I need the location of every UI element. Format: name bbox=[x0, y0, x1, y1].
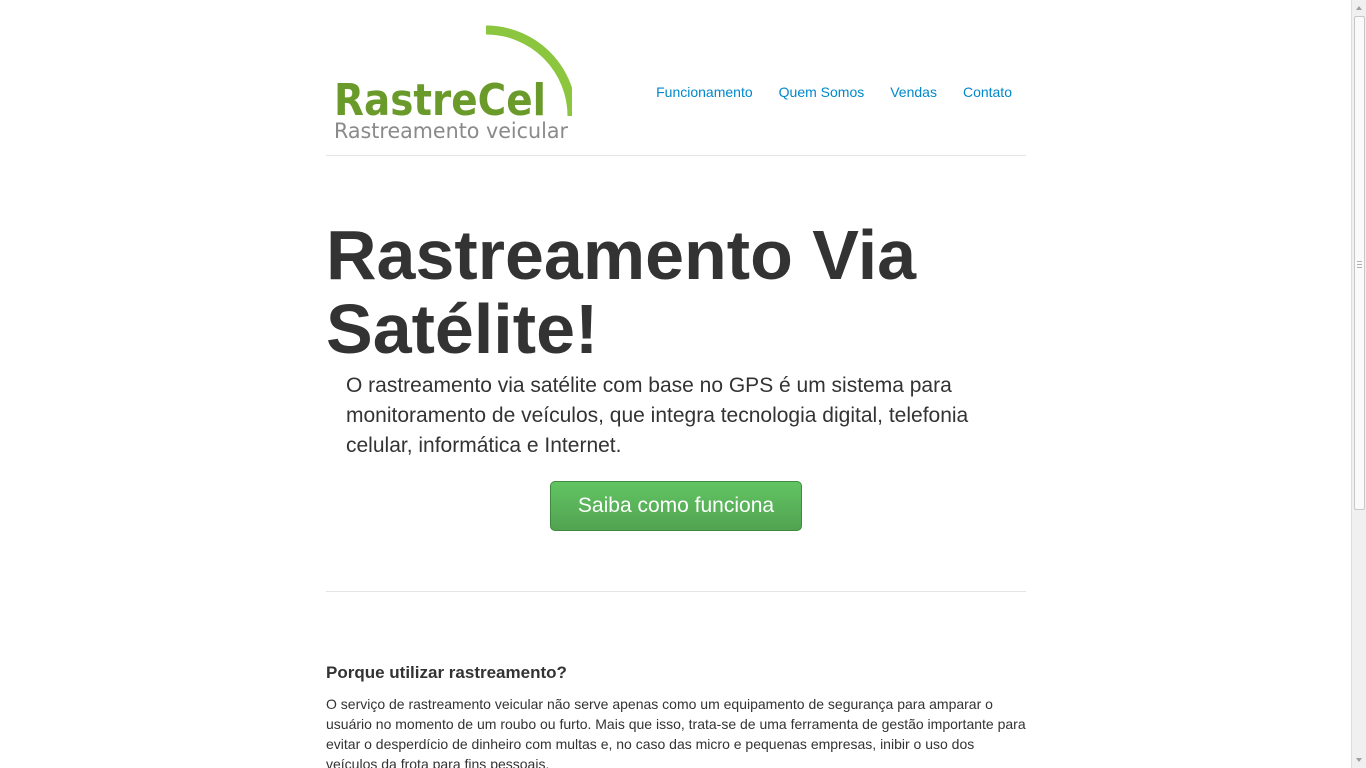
scrollbar-grip-icon bbox=[1357, 261, 1362, 268]
hero-title: Rastreamento Via Satélite! bbox=[326, 218, 1026, 366]
saiba-como-funciona-button[interactable]: Saiba como funciona bbox=[550, 481, 802, 531]
hero-description: O rastreamento via satélite com base no … bbox=[346, 374, 969, 457]
main-nav: Funcionamento Quem Somos Vendas Contato bbox=[630, 82, 1026, 102]
hero-title-line1: Rastreamento Via bbox=[326, 216, 917, 294]
nav-link-quem-somos[interactable]: Quem Somos bbox=[779, 82, 865, 102]
scrollbar-thumb[interactable] bbox=[1354, 16, 1365, 510]
page-container: RastreCel Rastreamento veicular Funciona… bbox=[326, 0, 1026, 156]
nav-link-vendas[interactable]: Vendas bbox=[890, 82, 937, 102]
section-paragraph: O serviço de rastreamento veicular não s… bbox=[326, 696, 1026, 768]
rastrecel-logo[interactable]: RastreCel Rastreamento veicular bbox=[332, 24, 572, 144]
nav-link-contato[interactable]: Contato bbox=[963, 82, 1012, 102]
section-heading: Porque utilizar rastreamento? bbox=[326, 663, 567, 682]
hero-title-line2: Satélite! bbox=[326, 290, 599, 368]
scroll-up-arrow-icon[interactable] bbox=[1352, 0, 1366, 15]
logo-tagline-text: Rastreamento veicular bbox=[334, 119, 568, 143]
scroll-down-arrow-icon[interactable] bbox=[1352, 753, 1366, 768]
site-header: RastreCel Rastreamento veicular Funciona… bbox=[326, 0, 1026, 156]
logo-graphic: RastreCel Rastreamento veicular bbox=[334, 25, 572, 143]
vertical-scrollbar[interactable] bbox=[1351, 0, 1366, 768]
nav-link-funcionamento[interactable]: Funcionamento bbox=[656, 82, 753, 102]
